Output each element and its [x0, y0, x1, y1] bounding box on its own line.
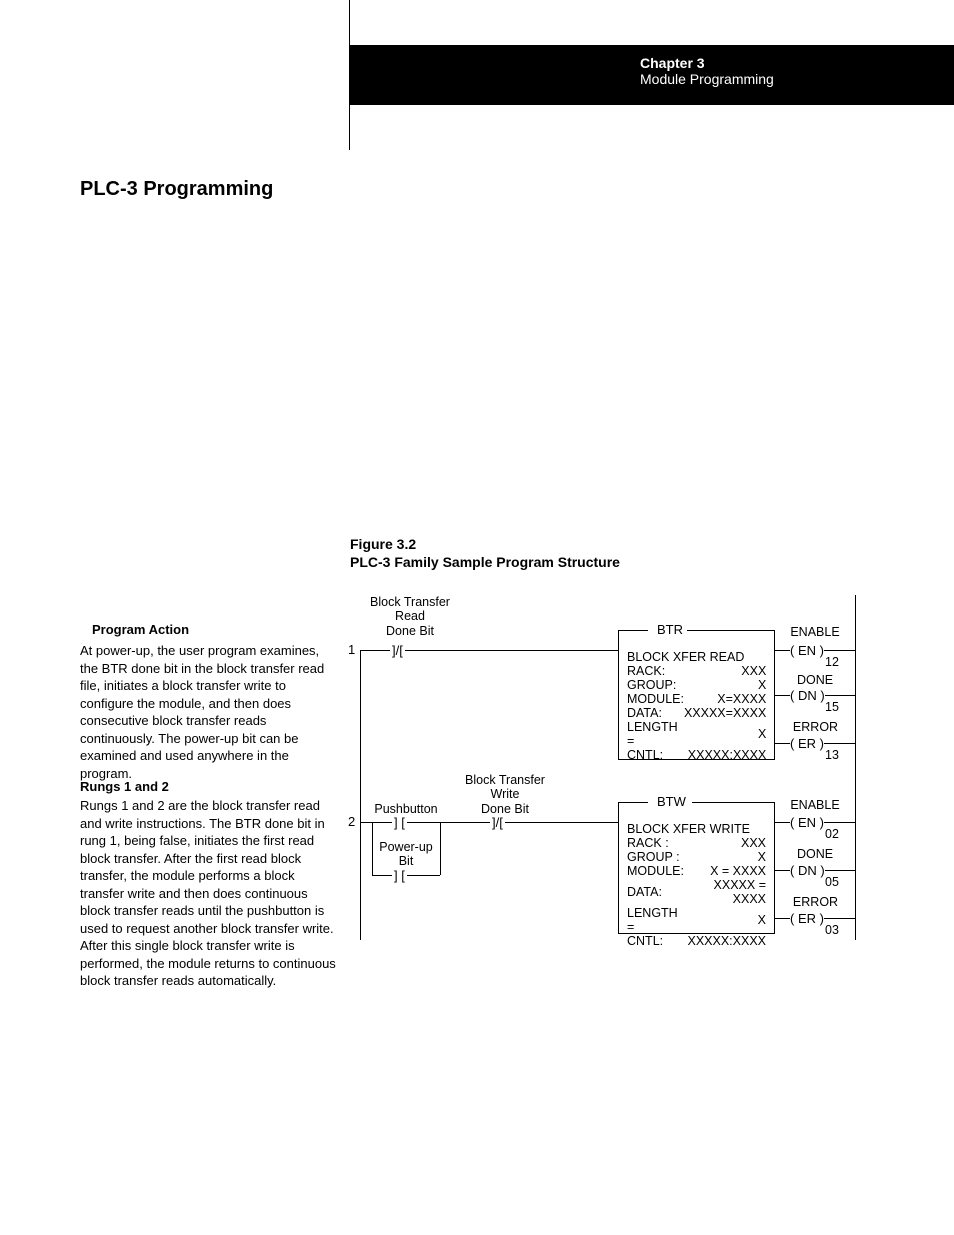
btw-params: RACK :XXX GROUP :X MODULE:X = XXXX DATA:… [627, 836, 766, 948]
out-num: 12 [825, 655, 839, 669]
contact-label: Block Transfer Write Done Bit [460, 773, 550, 816]
figure-caption: Figure 3.2 PLC-3 Family Sample Program S… [350, 535, 620, 571]
table-row: GROUP :X [627, 850, 766, 864]
table-row: GROUP:X [627, 678, 766, 692]
chapter-number: Chapter 3 [640, 55, 954, 71]
table-row: RACK:XXX [627, 664, 766, 678]
table-row: LENGTH =X [627, 906, 766, 934]
table-row: RACK :XXX [627, 836, 766, 850]
btr-params: RACK:XXX GROUP:X MODULE:X=XXXX DATA:XXXX… [627, 664, 766, 762]
contact-label: Power-up Bit [372, 840, 440, 869]
xic-contact-icon: ] [ [392, 869, 407, 882]
rung-number: 2 [348, 814, 355, 829]
out-label: DONE [790, 847, 840, 861]
contact-label: Block Transfer Read Done Bit [368, 595, 452, 638]
program-action-heading: Program Action [92, 622, 189, 637]
out-label: ENABLE [785, 625, 845, 639]
en-coil-icon: ( EN ) [790, 815, 824, 830]
table-row: DATA:XXXXX = XXXX [627, 878, 766, 906]
right-rail [855, 595, 856, 940]
table-row: CNTL:XXXXX:XXXX [627, 748, 766, 762]
dn-coil-icon: ( DN ) [790, 863, 825, 878]
btw-box-header: BLOCK XFER WRITE [627, 822, 766, 836]
out-num: 05 [825, 875, 839, 889]
branch-rail [440, 822, 441, 875]
er-coil-icon: ( ER ) [790, 736, 824, 751]
out-num: 13 [825, 748, 839, 762]
xio-contact-icon: ]/[ [490, 816, 505, 829]
chapter-subtitle: Module Programming [640, 71, 954, 87]
btr-box: BLOCK XFER READ RACK:XXX GROUP:X MODULE:… [618, 630, 775, 760]
out-label: DONE [790, 673, 840, 687]
xio-contact-icon: ]/[ [390, 644, 405, 657]
table-row: MODULE:X = XXXX [627, 864, 766, 878]
table-row: DATA:XXXXX=XXXX [627, 706, 766, 720]
rungs-heading: Rungs 1 and 2 [80, 779, 169, 794]
out-num: 02 [825, 827, 839, 841]
figure-title: PLC-3 Family Sample Program Structure [350, 554, 620, 570]
btr-box-header: BLOCK XFER READ [627, 650, 766, 664]
rungs-text: Rungs 1 and 2 are the block transfer rea… [80, 797, 338, 990]
table-row: MODULE:X=XXXX [627, 692, 766, 706]
xic-contact-icon: ] [ [392, 816, 407, 829]
rung-number: 1 [348, 642, 355, 657]
figure-number: Figure 3.2 [350, 536, 416, 552]
out-label: ERROR [788, 895, 843, 909]
out-label: ERROR [788, 720, 843, 734]
left-rail [360, 650, 361, 940]
contact-label: Pushbutton [366, 802, 446, 816]
en-coil-icon: ( EN ) [790, 643, 824, 658]
table-row: CNTL:XXXXX:XXXX [627, 934, 766, 948]
program-action-text: At power-up, the user program examines, … [80, 642, 335, 782]
chapter-header: Chapter 3 Module Programming [350, 45, 954, 105]
out-label: ENABLE [785, 798, 845, 812]
dn-coil-icon: ( DN ) [790, 688, 825, 703]
ladder-diagram: 1 Block Transfer Read Done Bit ]/[ BTR B… [350, 595, 860, 945]
btw-box: BLOCK XFER WRITE RACK :XXX GROUP :X MODU… [618, 802, 775, 934]
out-num: 15 [825, 700, 839, 714]
table-row: LENGTH =X [627, 720, 766, 748]
page-title: PLC-3 Programming [80, 178, 273, 201]
er-coil-icon: ( ER ) [790, 911, 824, 926]
out-num: 03 [825, 923, 839, 937]
